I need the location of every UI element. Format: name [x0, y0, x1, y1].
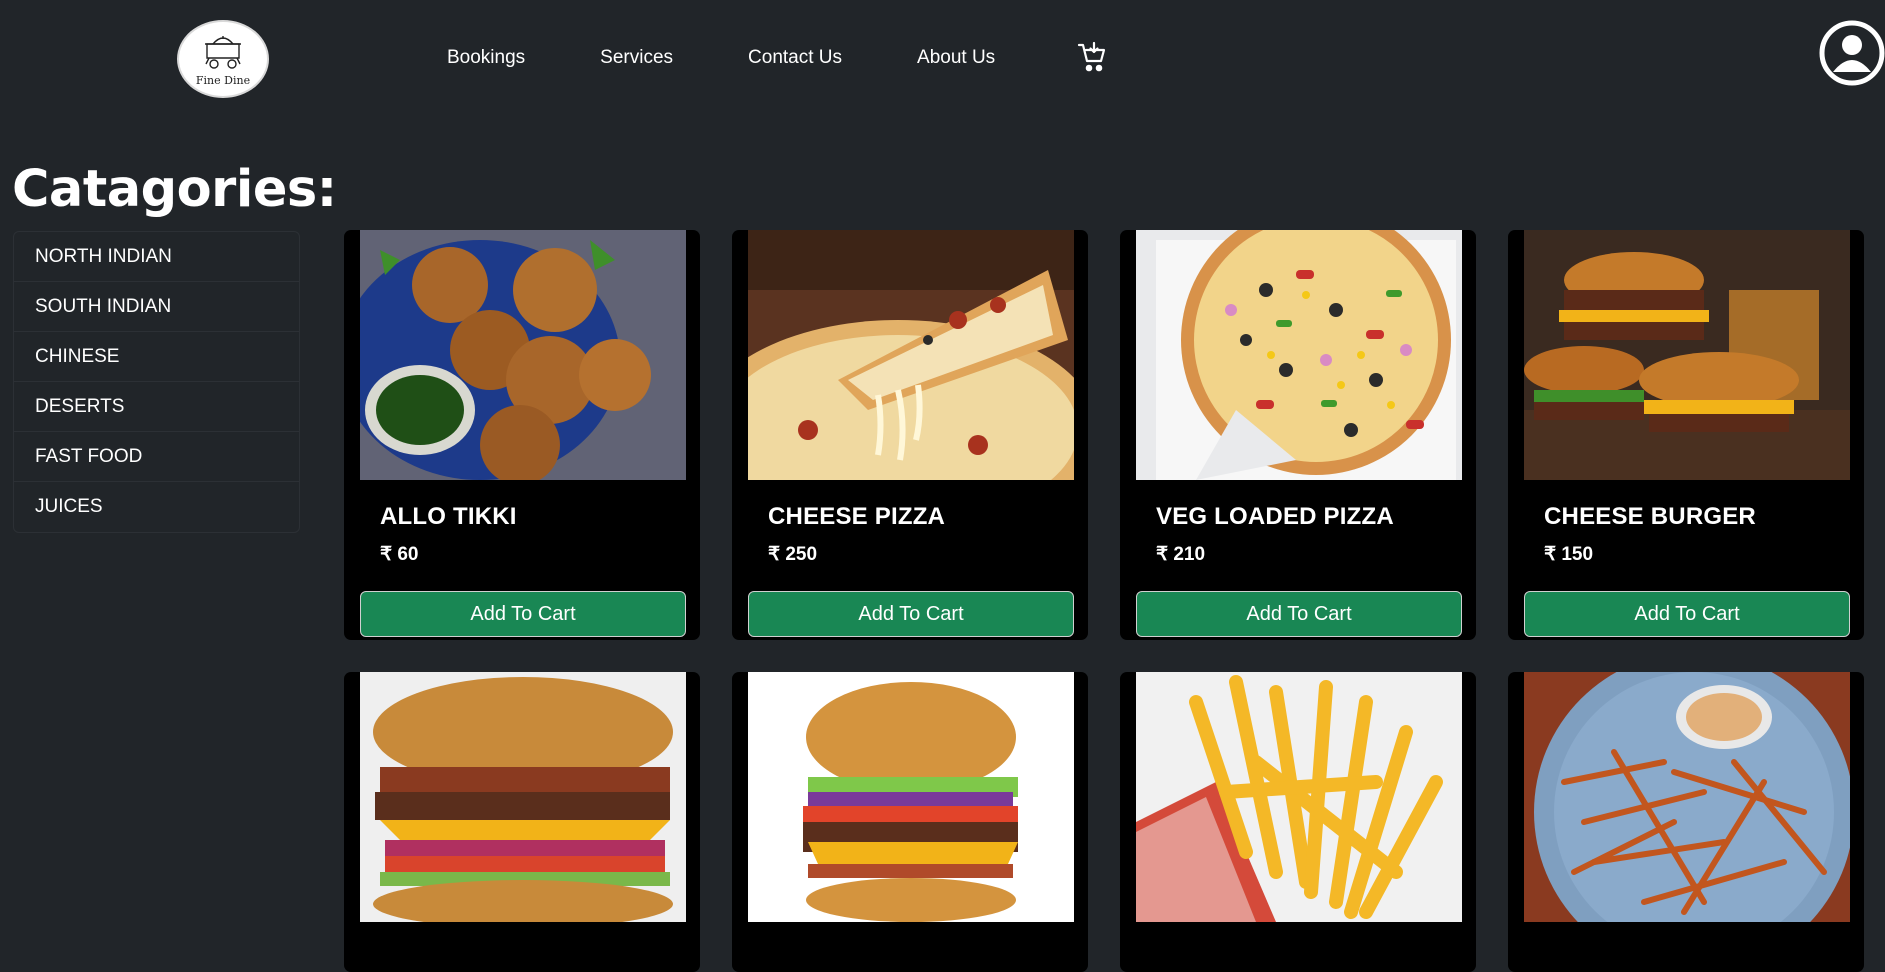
product-price: ₹ 60: [380, 544, 419, 565]
user-circle-icon[interactable]: [1819, 20, 1885, 86]
food-cart-icon: [205, 35, 241, 69]
product-card: CHEESE BURGER ₹ 150 Add To Cart: [1508, 230, 1864, 640]
cart-icon[interactable]: [1077, 41, 1107, 73]
category-deserts[interactable]: DESERTS: [14, 382, 299, 432]
nav-services[interactable]: Services: [600, 47, 673, 69]
product-image: [1524, 672, 1850, 922]
category-chinese[interactable]: CHINESE: [14, 332, 299, 382]
add-to-cart-button[interactable]: Add To Cart: [1136, 591, 1462, 637]
product-grid: ALLO TIKKI ₹ 60 Add To Cart CHEESE PIZZA…: [344, 230, 1864, 972]
product-name: VEG LOADED PIZZA: [1156, 503, 1394, 530]
nav-about-us[interactable]: About Us: [917, 47, 995, 69]
category-north-indian[interactable]: NORTH INDIAN: [14, 232, 299, 282]
product-card: CHEESE PIZZA ₹ 250 Add To Cart: [732, 230, 1088, 640]
category-south-indian[interactable]: SOUTH INDIAN: [14, 282, 299, 332]
product-card: [1508, 672, 1864, 972]
product-card: [344, 672, 700, 972]
product-name: ALLO TIKKI: [380, 503, 517, 530]
product-name: CHEESE BURGER: [1544, 503, 1756, 530]
product-card: ALLO TIKKI ₹ 60 Add To Cart: [344, 230, 700, 640]
logo-text: Fine Dine: [195, 73, 251, 87]
product-card: VEG LOADED PIZZA ₹ 210 Add To Cart: [1120, 230, 1476, 640]
product-image: [1136, 672, 1462, 922]
add-to-cart-button[interactable]: Add To Cart: [360, 591, 686, 637]
product-name: CHEESE PIZZA: [768, 503, 946, 530]
product-image: [748, 230, 1074, 480]
main-nav: Bookings Services Contact Us About Us: [447, 38, 1070, 78]
product-price: ₹ 150: [1544, 544, 1594, 565]
category-list: NORTH INDIAN SOUTH INDIAN CHINESE DESERT…: [13, 231, 300, 533]
product-price: ₹ 210: [1156, 544, 1206, 565]
nav-bookings[interactable]: Bookings: [447, 47, 525, 69]
product-price: ₹ 250: [768, 544, 818, 565]
categories-title: Catagories:: [12, 160, 337, 219]
add-to-cart-button[interactable]: Add To Cart: [748, 591, 1074, 637]
add-to-cart-button[interactable]: Add To Cart: [1524, 591, 1850, 637]
product-image: [360, 672, 686, 922]
product-card: [1120, 672, 1476, 972]
logo[interactable]: Fine Dine: [177, 20, 269, 98]
product-image: [360, 230, 686, 480]
category-fast-food[interactable]: FAST FOOD: [14, 432, 299, 482]
product-image: [748, 672, 1074, 922]
nav-contact-us[interactable]: Contact Us: [748, 47, 842, 69]
product-image: [1136, 230, 1462, 480]
product-image: [1524, 230, 1850, 480]
category-juices[interactable]: JUICES: [14, 482, 299, 532]
product-card: [732, 672, 1088, 972]
